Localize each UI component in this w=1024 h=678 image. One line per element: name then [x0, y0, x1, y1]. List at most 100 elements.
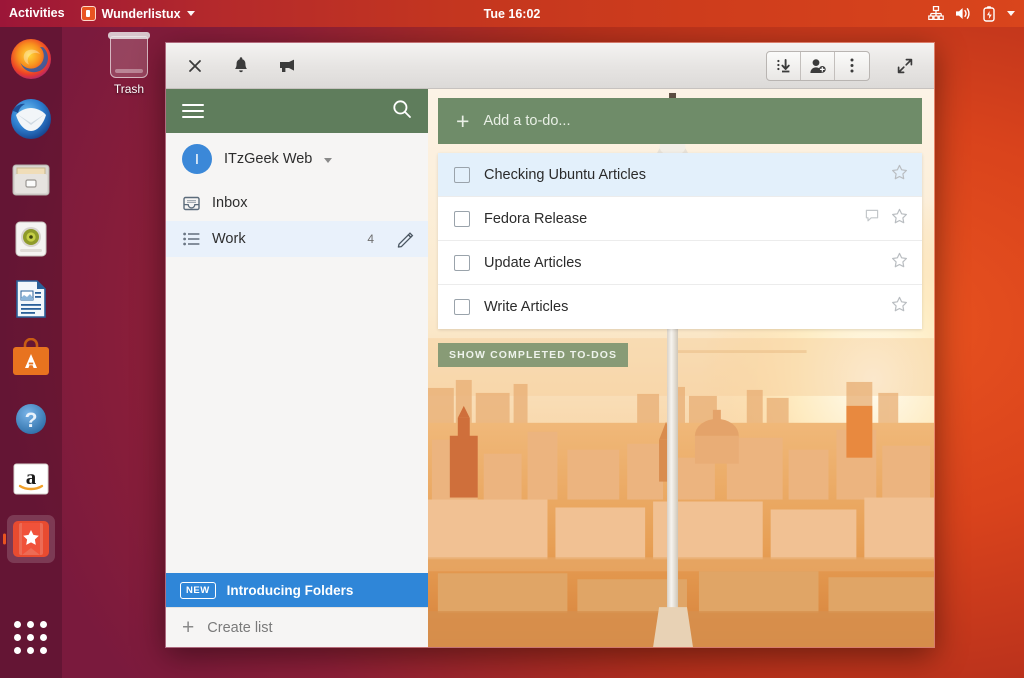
plus-icon: +	[182, 616, 195, 639]
close-button[interactable]	[178, 51, 212, 81]
app-menu-label: Wunderlistux	[101, 6, 181, 21]
app-menu-button[interactable]: Wunderlistux	[75, 6, 201, 21]
todo-item[interactable]: Fedora Release	[438, 197, 922, 241]
dock-item-libreoffice-writer[interactable]	[7, 275, 55, 323]
star-icon[interactable]	[891, 164, 908, 186]
star-icon[interactable]	[891, 208, 908, 230]
chevron-down-icon	[324, 158, 333, 163]
rhythmbox-icon	[15, 221, 47, 257]
plus-icon: +	[456, 107, 470, 134]
amazon-icon: a	[13, 463, 49, 495]
sidebar-item-label: Work	[212, 231, 246, 247]
volume-icon[interactable]	[955, 6, 972, 21]
network-icon[interactable]	[928, 6, 944, 21]
wunderlist-window: I ITzGeek Web Inbox Work 4 NEW Introduci…	[165, 42, 935, 648]
chevron-down-icon	[186, 11, 195, 16]
folders-banner-label: Introducing Folders	[226, 582, 354, 598]
thunderbird-icon	[11, 99, 51, 139]
todo-checkbox[interactable]	[454, 166, 470, 183]
create-list-button[interactable]: + Create list	[166, 607, 428, 647]
grid-icon	[14, 621, 48, 655]
inbox-download-button[interactable]	[767, 51, 801, 80]
svg-text:?: ?	[25, 409, 38, 432]
battery-icon[interactable]	[983, 5, 996, 22]
dock-item-rhythmbox[interactable]	[7, 215, 55, 263]
dock-item-files[interactable]	[7, 155, 55, 203]
todo-title: Fedora Release	[484, 210, 588, 227]
sidebar-item-work[interactable]: Work 4	[166, 221, 428, 257]
sidebar-item-count: 4	[367, 232, 374, 246]
help-icon: ?	[16, 404, 46, 434]
search-button[interactable]	[392, 99, 412, 124]
star-icon[interactable]	[891, 252, 908, 274]
ubuntu-dock: ? a	[0, 27, 62, 678]
todo-title: Update Articles	[484, 254, 582, 271]
todo-checkbox[interactable]	[454, 299, 470, 315]
firefox-icon	[11, 39, 51, 79]
show-applications-button[interactable]	[7, 614, 55, 662]
account-name: ITzGeek Web	[224, 151, 313, 167]
add-todo-placeholder: Add a to-do...	[483, 113, 571, 129]
fullscreen-button[interactable]	[888, 51, 922, 81]
avatar: I	[182, 144, 212, 174]
megaphone-icon	[280, 59, 294, 72]
todo-item[interactable]: Update Articles	[438, 241, 922, 285]
todo-list: Checking Ubuntu Articles Fedora Release …	[438, 153, 922, 329]
add-person-icon	[810, 58, 826, 73]
star-icon[interactable]	[891, 296, 908, 318]
show-completed-todos-button[interactable]: SHOW COMPLETED TO-DOS	[438, 343, 629, 367]
system-status-area[interactable]	[928, 5, 1024, 22]
expand-arrows-icon	[897, 58, 913, 73]
dock-item-help[interactable]: ?	[7, 395, 55, 443]
dock-item-thunderbird[interactable]	[7, 95, 55, 143]
more-options-button[interactable]	[835, 52, 869, 80]
sidebar-item-inbox[interactable]: Inbox	[166, 185, 428, 221]
sidebar-header	[166, 89, 428, 133]
inbox-icon	[182, 196, 200, 211]
announcements-button[interactable]	[270, 51, 304, 81]
sidebar-item-label: Inbox	[212, 195, 248, 211]
dock-item-amazon[interactable]: a	[7, 455, 55, 503]
window-body: I ITzGeek Web Inbox Work 4 NEW Introduci…	[166, 89, 934, 647]
edit-list-button[interactable]	[396, 231, 414, 248]
list-icon	[182, 232, 200, 246]
svg-text:a: a	[26, 465, 37, 489]
create-list-label: Create list	[207, 619, 273, 636]
todo-checkbox[interactable]	[454, 254, 470, 271]
system-menu-caret-icon[interactable]	[1007, 11, 1015, 16]
hamburger-icon	[182, 104, 204, 118]
ubuntu-software-icon	[13, 338, 49, 375]
todo-checkbox[interactable]	[454, 210, 470, 227]
menu-button[interactable]	[182, 100, 204, 122]
main-inner: + Add a to-do... Checking Ubuntu Article…	[428, 89, 934, 647]
dock-item-ubuntu-software[interactable]	[7, 335, 55, 383]
wunderlist-app-icon	[80, 6, 96, 21]
sidebar: I ITzGeek Web Inbox Work 4 NEW Introduci…	[166, 89, 428, 647]
trash-icon	[108, 32, 150, 78]
note-icon[interactable]	[865, 209, 879, 228]
todo-item[interactable]: Write Articles	[438, 285, 922, 329]
notifications-button[interactable]	[224, 51, 258, 81]
pencil-icon	[397, 231, 413, 248]
dock-item-firefox[interactable]	[7, 35, 55, 83]
close-icon	[189, 59, 201, 72]
desktop-icon-trash[interactable]: Trash	[98, 32, 160, 96]
desktop: Activities Wunderlistux Tue 16:02 ? a Tr…	[0, 0, 1024, 678]
new-badge: NEW	[180, 581, 216, 599]
introducing-folders-banner[interactable]: NEW Introducing Folders	[166, 573, 428, 607]
trash-label: Trash	[113, 82, 145, 96]
account-switcher[interactable]: I ITzGeek Web	[166, 133, 428, 185]
main-panel: + Add a to-do... Checking Ubuntu Article…	[428, 89, 934, 647]
activities-button[interactable]: Activities	[0, 0, 75, 27]
search-icon	[393, 99, 411, 118]
titlebar-button-group	[766, 50, 870, 81]
add-person-button[interactable]	[801, 51, 835, 80]
todo-title: Write Articles	[484, 299, 569, 315]
download-inbox-icon	[776, 58, 790, 72]
add-todo-input[interactable]: + Add a to-do...	[438, 98, 922, 144]
wunderlist-icon	[13, 521, 49, 557]
todo-item[interactable]: Checking Ubuntu Articles	[438, 153, 922, 197]
dock-item-wunderlist[interactable]	[7, 515, 55, 563]
window-titlebar	[166, 43, 934, 89]
